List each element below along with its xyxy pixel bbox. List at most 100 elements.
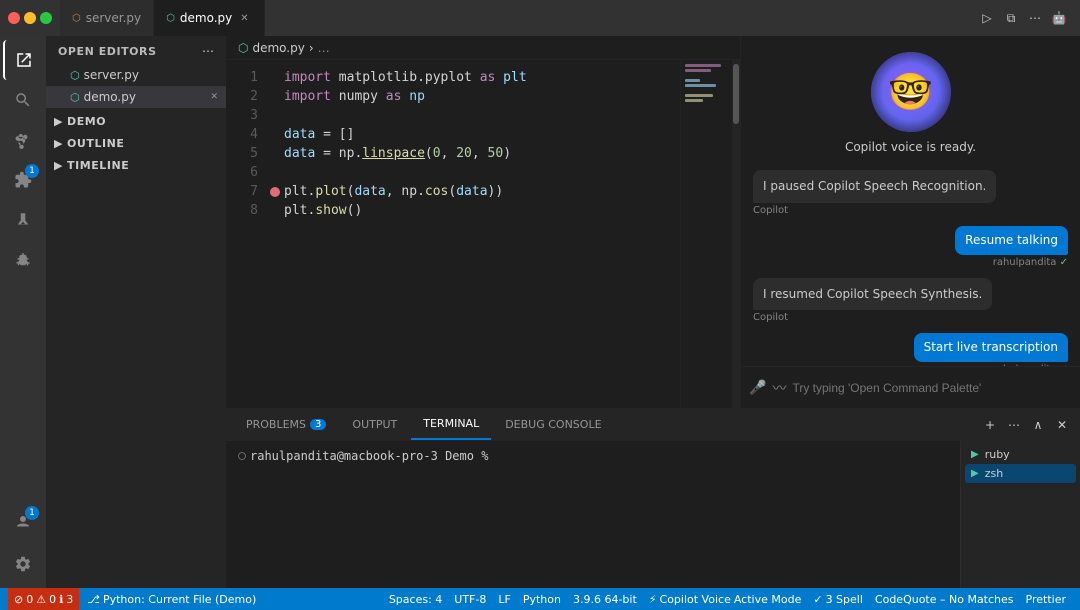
info-icon: ℹ — [59, 593, 63, 606]
copilot-avatar-area: 🤓 Copilot voice is ready. — [741, 36, 1080, 162]
spell-icon: ✓ — [813, 593, 822, 606]
more-actions-icon[interactable]: ⋯ — [1026, 9, 1044, 27]
terminal-zsh-label: zsh — [985, 467, 1003, 480]
breadcrumb-file: ⬡ — [238, 41, 248, 55]
status-python-version[interactable]: 3.9.6 64-bit — [567, 593, 643, 606]
section-demo[interactable]: ▶ DEMO — [46, 110, 226, 132]
terminal-zsh-icon: ▶ — [971, 468, 979, 479]
status-git[interactable]: ⎇ Python: Current File (Demo) — [81, 588, 262, 610]
panel-tab-problems-label: PROBLEMS — [246, 418, 306, 431]
chat-area[interactable]: I paused Copilot Speech Recognition. Cop… — [741, 162, 1080, 366]
activity-explorer[interactable] — [3, 40, 43, 80]
panel-close-button[interactable]: ✕ — [1052, 415, 1072, 435]
chat-msg-user-2: Start live transcription rahulpandita ✓ — [914, 333, 1068, 366]
file-close-icon[interactable]: ✕ — [210, 92, 218, 102]
minimap-line — [685, 69, 711, 72]
git-icon: ⎇ — [87, 593, 100, 606]
panel-split-button[interactable]: ∧ — [1028, 415, 1048, 435]
sidebar-file-demo-py[interactable]: ⬡ demo.py ✕ — [46, 86, 226, 108]
encoding-label: UTF-8 — [454, 593, 486, 606]
terminal-main[interactable]: rahulpandita@macbook-pro-3 Demo % — [226, 441, 960, 588]
title-bar: ⬡ server.py ⬡ demo.py ✕ ▷ ⧉ ⋯ 🤖 — [0, 0, 1080, 36]
language-label: Python — [523, 593, 561, 606]
panel-more-button[interactable]: ⋯ — [1004, 415, 1024, 435]
scrollbar-thumb — [733, 64, 739, 124]
center-area: ⬡ demo.py › … 12345678 import matplotlib… — [226, 36, 1080, 588]
vertical-scrollbar[interactable] — [732, 60, 740, 408]
chat-bubble-bot-2: I resumed Copilot Speech Synthesis. — [753, 278, 992, 311]
terminal-item-zsh[interactable]: ▶ zsh — [965, 464, 1076, 483]
sidebar-header: OPEN Editors ⋯ — [46, 36, 226, 62]
panel-tabs: PROBLEMS 3 OUTPUT TERMINAL DEBUG CONSOLE… — [226, 409, 1080, 441]
activity-run-debug[interactable] — [3, 240, 43, 280]
wave-icon[interactable]: 〰 — [772, 378, 786, 398]
chat-msg-bot-1: I paused Copilot Speech Recognition. Cop… — [753, 170, 996, 216]
window-close-button[interactable] — [8, 12, 20, 24]
tab-server-py[interactable]: ⬡ server.py — [60, 0, 154, 36]
title-bar-actions: ▷ ⧉ ⋯ 🤖 — [966, 9, 1080, 27]
minimap-line — [685, 79, 700, 82]
section-outline[interactable]: ▶ OUTLINE — [46, 132, 226, 154]
tab-demo-py-label: demo.py — [180, 11, 232, 25]
terminal-item-ruby[interactable]: ▶ ruby — [965, 445, 1076, 464]
code-line-5: data = np.linspace(0, 20, 50) — [270, 144, 680, 163]
activity-extensions[interactable]: 1 — [3, 160, 43, 200]
sidebar-file-server-py[interactable]: ⬡ server.py — [46, 64, 226, 86]
tab-close-icon[interactable]: ✕ — [237, 12, 251, 25]
breadcrumb-more: … — [318, 41, 330, 55]
status-spell[interactable]: ✓ 3 Spell — [807, 593, 869, 606]
panel-tab-output[interactable]: OUTPUT — [340, 409, 409, 440]
code-line-8: plt.show() — [270, 201, 680, 220]
problems-badge: 3 — [310, 419, 326, 430]
panel-add-button[interactable]: + — [980, 415, 1000, 435]
code-line-1: import matplotlib.pyplot as plt — [270, 68, 680, 87]
minimap-line — [685, 84, 716, 87]
warning-icon: ⚠ — [36, 593, 46, 606]
panel-tab-terminal[interactable]: TERMINAL — [411, 409, 491, 440]
activity-accounts[interactable]: 1 — [3, 502, 43, 542]
status-language[interactable]: Python — [517, 593, 567, 606]
minimap-line — [685, 99, 703, 102]
panel-content: rahulpandita@macbook-pro-3 Demo % ▶ ruby… — [226, 441, 1080, 588]
panel-tab-problems[interactable]: PROBLEMS 3 — [234, 409, 338, 440]
code-line-6 — [270, 163, 680, 182]
status-copilot[interactable]: ⚡ Copilot Voice Active Mode — [643, 593, 808, 606]
chat-sender-bot-1: Copilot — [753, 205, 996, 216]
window-maximize-button[interactable] — [40, 12, 52, 24]
status-encoding[interactable]: UTF-8 — [448, 593, 492, 606]
python-version-label: 3.9.6 64-bit — [573, 593, 637, 606]
editor-tabs: ⬡ server.py ⬡ demo.py ✕ — [60, 0, 966, 36]
activity-flask[interactable] — [3, 200, 43, 240]
breadcrumb-filename: demo.py — [252, 41, 304, 55]
activity-search[interactable] — [3, 80, 43, 120]
window-minimize-button[interactable] — [24, 12, 36, 24]
split-editor-icon[interactable]: ⧉ — [1002, 9, 1020, 27]
server-py-icon: ⬡ — [72, 13, 81, 24]
microphone-icon[interactable]: 🎤 — [749, 380, 766, 396]
section-demo-chevron: ▶ — [54, 115, 63, 128]
sidebar-more-icon[interactable]: ⋯ — [202, 44, 214, 58]
copilot-panel: 🤓 Copilot voice is ready. I paused Copil… — [740, 36, 1080, 408]
terminal-ruby-icon: ▶ — [971, 449, 979, 460]
copilot-avatar-emoji: 🤓 — [888, 71, 933, 113]
chat-input[interactable] — [792, 381, 1072, 395]
code-editor[interactable]: 12345678 import matplotlib.pyplot as plt… — [226, 60, 740, 408]
section-timeline-chevron: ▶ — [54, 159, 63, 172]
status-eol[interactable]: LF — [492, 593, 516, 606]
status-errors[interactable]: ⊘ 0 ⚠ 0 ℹ 3 — [8, 588, 79, 610]
status-prettier[interactable]: Prettier — [1020, 593, 1072, 606]
code-content[interactable]: import matplotlib.pyplot as plt import n… — [266, 60, 680, 408]
section-timeline[interactable]: ▶ TIMELINE — [46, 154, 226, 176]
demo-py-file-icon: ⬡ — [70, 91, 80, 104]
status-spaces[interactable]: Spaces: 4 — [383, 593, 448, 606]
activity-settings[interactable] — [3, 544, 43, 584]
breadcrumb: ⬡ demo.py › … — [226, 36, 740, 60]
panel-tab-debug-console[interactable]: DEBUG CONSOLE — [493, 409, 613, 440]
panel: PROBLEMS 3 OUTPUT TERMINAL DEBUG CONSOLE… — [226, 408, 1080, 588]
tab-demo-py[interactable]: ⬡ demo.py ✕ — [154, 0, 264, 36]
copilot-icon[interactable]: 🤖 — [1050, 9, 1068, 27]
open-editors-section: ⬡ server.py ⬡ demo.py ✕ — [46, 62, 226, 110]
activity-source-control[interactable] — [3, 120, 43, 160]
run-icon[interactable]: ▷ — [978, 9, 996, 27]
status-codequote[interactable]: CodeQuote – No Matches — [869, 593, 1020, 606]
